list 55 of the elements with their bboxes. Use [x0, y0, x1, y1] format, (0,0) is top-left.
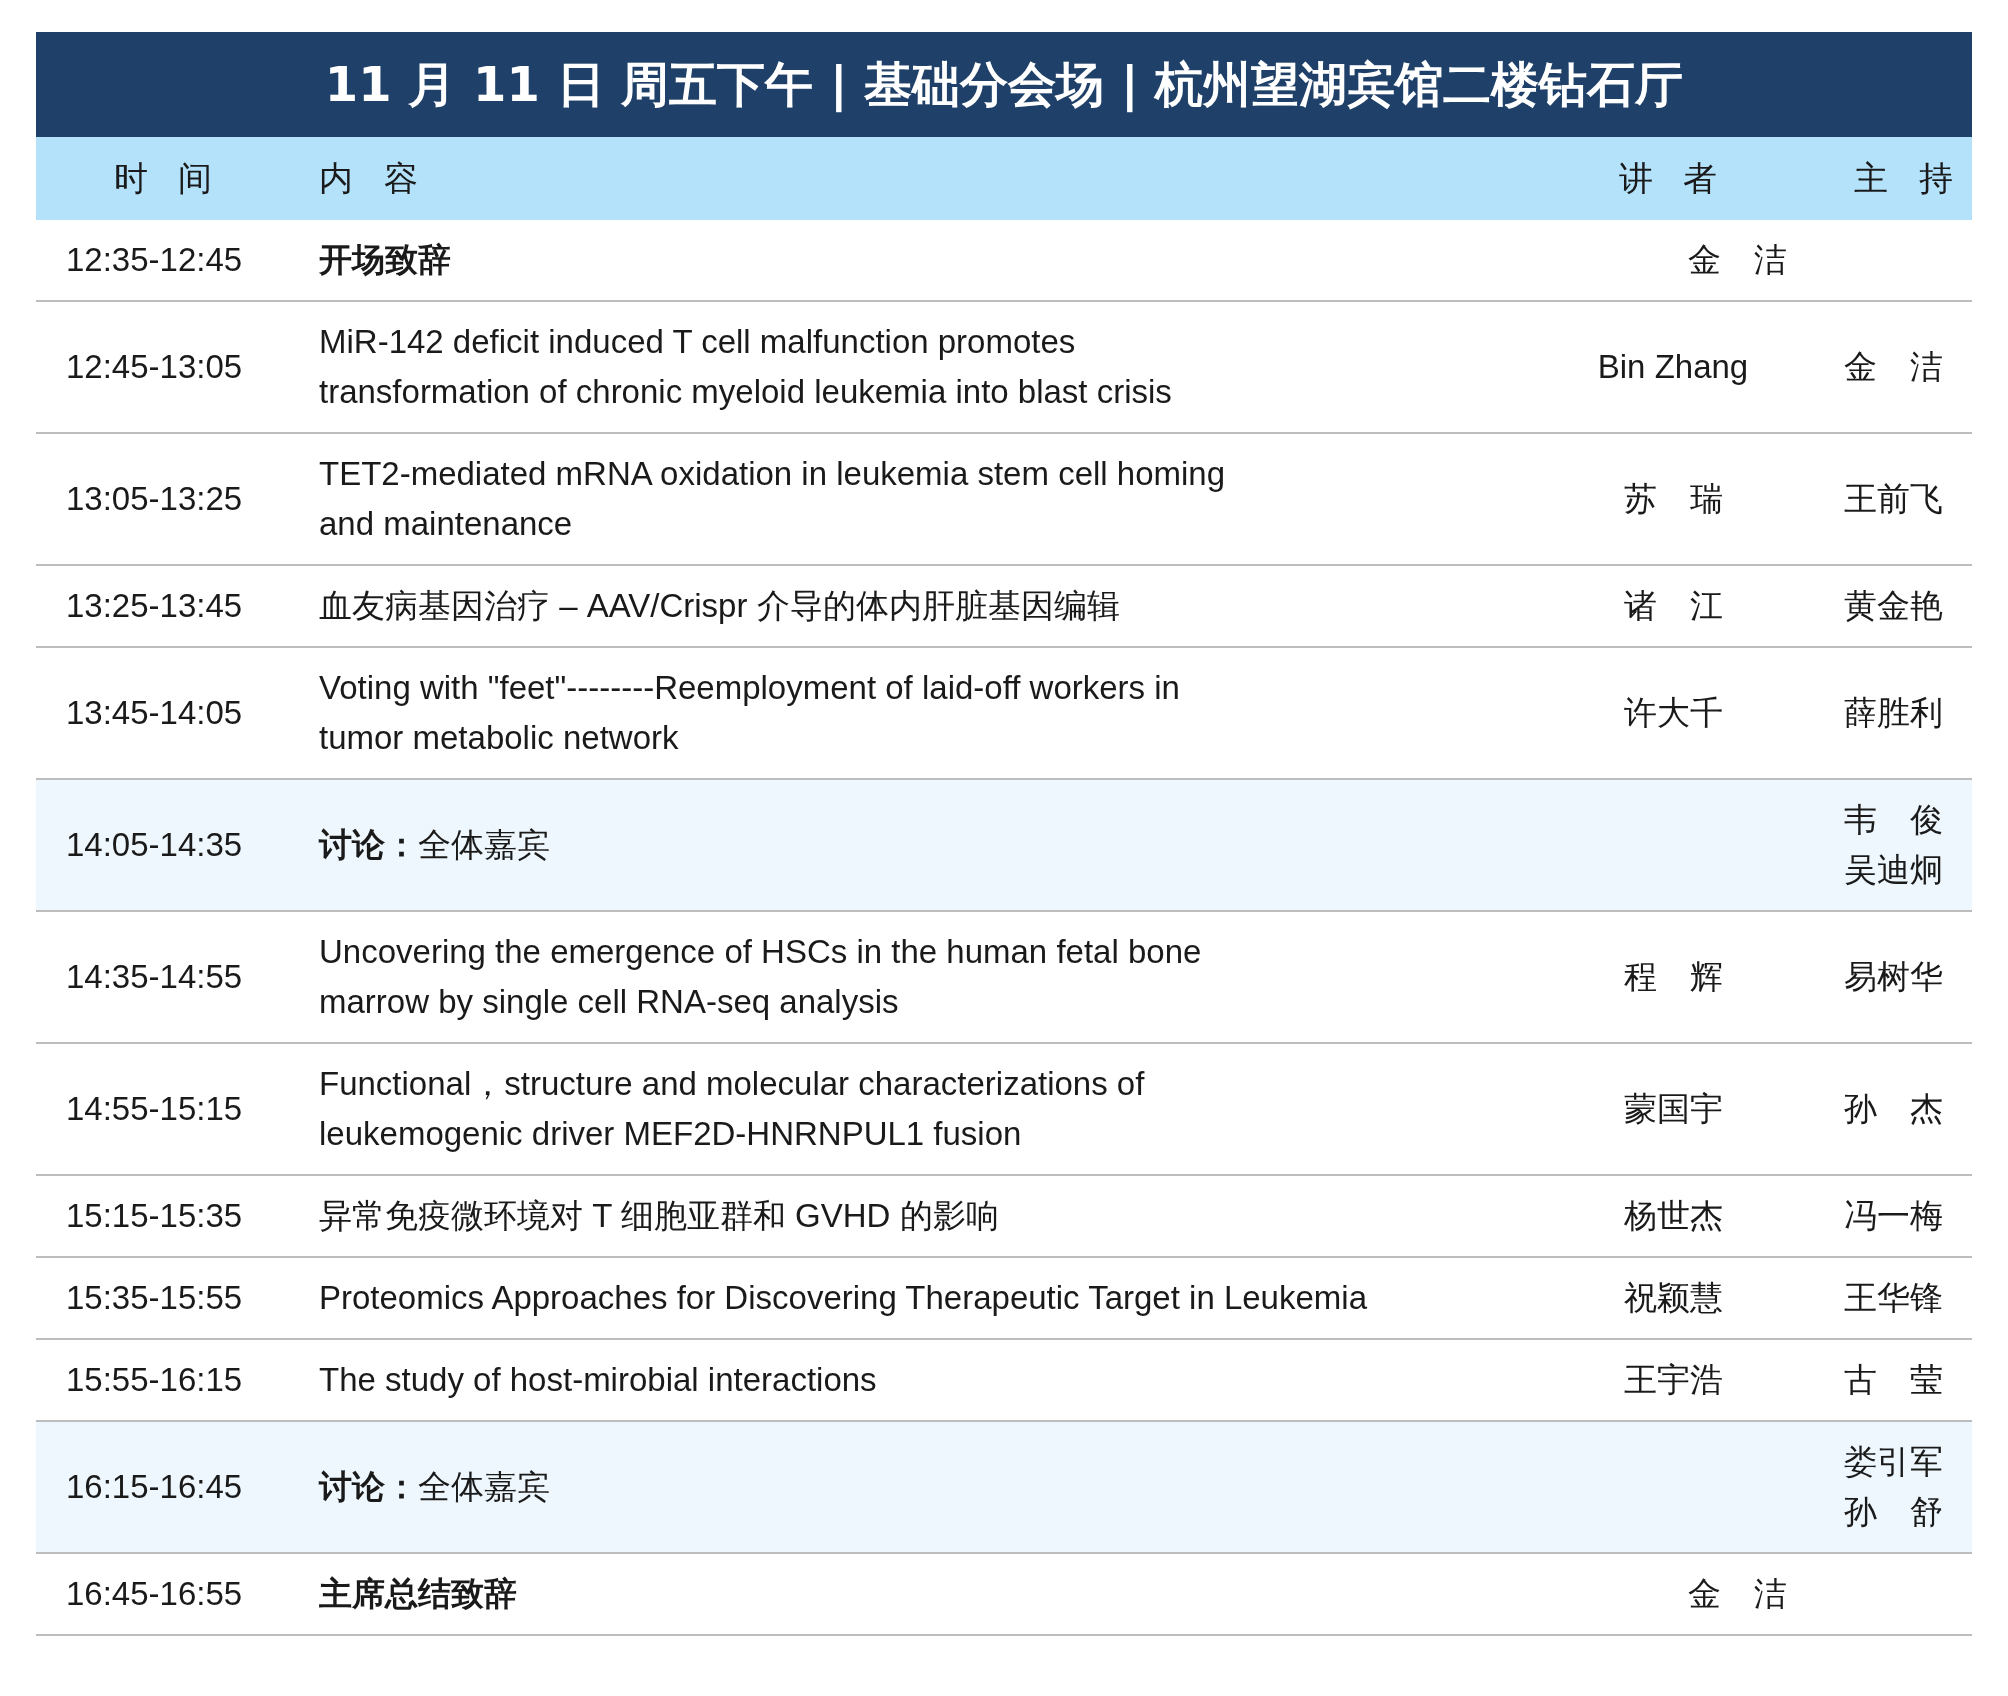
- topic-cell: 血友病基因治疗 – AAV/Crispr 介导的体内肝脏基因编辑: [319, 587, 1120, 624]
- host-cell-text: 古 莹: [1844, 1360, 1944, 1400]
- topic-cell: 开场致辞: [319, 241, 451, 278]
- topic-cell: Proteomics Approaches for Discovering Therapeutic Target in Leukemia: [319, 1279, 1367, 1316]
- time-cell: 16:45-16:55: [66, 1575, 243, 1612]
- time-cell: 15:35-15:55: [66, 1279, 243, 1316]
- host-cell-text: 王华锋: [1844, 1278, 1944, 1318]
- topic-cell: 异常免疫微环境对 T 细胞亚群和 GVHD 的影响: [319, 1197, 999, 1234]
- topic-cell: Uncovering the emergence of HSCs in the human fetal bone marrow by single cell RNA-seq analysis: [319, 933, 1202, 1020]
- time-cell: 14:55-15:15: [66, 1090, 243, 1127]
- host-cell-text: 易树华: [1844, 957, 1944, 997]
- time-cell: 12:35-12:45: [66, 241, 243, 278]
- host-cell-text: 韦 俊: [1844, 800, 1944, 840]
- time-cell: 12:45-13:05: [66, 348, 243, 385]
- topic-cell: 主席总结致辞: [319, 1575, 517, 1612]
- topic-cell: Voting with "feet"--------Reemployment of laid-off workers in tumor metabolic network: [319, 669, 1180, 756]
- host-cell-text: 金 洁: [1844, 347, 1944, 387]
- speaker-cell: 祝颖慧: [1623, 1279, 1723, 1316]
- speaker-cell: 诸 江: [1623, 587, 1723, 624]
- host-cell-text: 吴迪炯: [1844, 850, 1944, 890]
- speaker-cell: 程 辉: [1623, 958, 1723, 995]
- topic-cell: The study of host-mirobial interactions: [319, 1361, 877, 1398]
- column-header: 主 持: [1853, 156, 1964, 200]
- column-header: 时 间: [112, 156, 224, 200]
- time-cell: 15:55-16:15: [66, 1361, 243, 1398]
- speaker-cell: 金 洁: [1687, 241, 1787, 278]
- time-cell: 14:05-14:35: [66, 826, 243, 863]
- schedule-title: 11 月 11 日 周五下午 | 基础分会场 | 杭州望湖宾馆二楼钻石厅: [36, 32, 1972, 137]
- column-header: 内 容: [318, 156, 429, 200]
- host-cell-text: 冯一梅: [1844, 1196, 1944, 1236]
- host-cell-text: 王前飞: [1844, 479, 1944, 519]
- speaker-cell: 王宇浩: [1623, 1361, 1723, 1398]
- host-cell-text: 娄引军: [1844, 1442, 1944, 1482]
- speaker-cell: 许大千: [1623, 694, 1723, 731]
- topic-cell: 讨论：全体嘉宾: [319, 826, 550, 863]
- time-cell: 14:35-14:55: [66, 958, 243, 995]
- topic-cell: Functional，structure and molecular characterizations of leukemogenic driver MEF2D-HNRNPUL1 fusion: [319, 1065, 1145, 1152]
- topic-cell: 讨论：全体嘉宾: [319, 1468, 550, 1505]
- speaker-cell: 蒙国宇: [1623, 1090, 1723, 1127]
- time-cell: 16:15-16:45: [66, 1468, 243, 1505]
- time-cell: 13:05-13:25: [66, 480, 243, 517]
- host-cell-text: 孙 舒: [1844, 1492, 1944, 1532]
- speaker-cell: 杨世杰: [1623, 1197, 1723, 1234]
- host-cell-text: 薛胜利: [1844, 693, 1944, 733]
- topic-cell: MiR-142 deficit induced T cell malfunction promotes transformation of chronic myeloid leukemia into blast crisis: [319, 323, 1172, 410]
- column-header: 讲 者: [1617, 156, 1729, 200]
- speaker-cell: 苏 瑞: [1623, 480, 1723, 517]
- host-cell-text: 黄金艳: [1844, 586, 1944, 626]
- time-cell: 13:25-13:45: [66, 587, 243, 624]
- time-cell: 15:15-15:35: [66, 1197, 243, 1234]
- host-cell-text: 孙 杰: [1844, 1089, 1944, 1129]
- speaker-cell: Bin Zhang: [1597, 348, 1749, 385]
- speaker-cell: 金 洁: [1687, 1575, 1787, 1612]
- time-cell: 13:45-14:05: [66, 694, 243, 731]
- topic-cell: TET2-mediated mRNA oxidation in leukemia stem cell homing and maintenance: [319, 455, 1226, 542]
